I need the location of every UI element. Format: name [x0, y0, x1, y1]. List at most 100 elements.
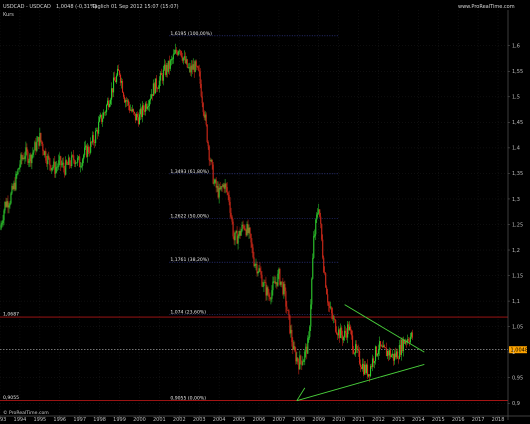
candle-body: [108, 100, 110, 108]
horizontal-level-label: 0,9055: [3, 395, 19, 401]
candle-body: [376, 354, 379, 356]
candle-body: [242, 224, 244, 226]
candle-body: [105, 111, 107, 113]
candle-body: [6, 201, 8, 207]
y-tick-label: 0,9: [512, 401, 520, 407]
candle-body: [143, 110, 145, 112]
candle-body: [344, 330, 346, 338]
panel-title: Kurs: [3, 12, 14, 18]
y-tick-label: 1,45: [512, 120, 523, 126]
candle-body: [246, 224, 248, 236]
candle-body: [297, 357, 299, 363]
candle-body: [299, 355, 301, 370]
candle-body: [402, 339, 404, 352]
candle-body: [138, 114, 141, 125]
x-tick-label: 2008: [292, 417, 305, 423]
candle-body: [86, 145, 88, 157]
candle-body: [176, 52, 178, 55]
candle-body: [93, 135, 95, 143]
candle-body: [378, 341, 381, 351]
candle-body: [409, 336, 411, 343]
candle-body: [186, 59, 188, 68]
candle-body: [95, 131, 97, 144]
candle-body: [290, 329, 292, 334]
candle-body: [280, 281, 282, 285]
candle-body: [37, 137, 39, 142]
candle-body: [383, 345, 386, 348]
candle-body: [210, 159, 212, 162]
candle-body: [67, 163, 69, 165]
candle-body: [316, 214, 318, 220]
candle-body: [171, 59, 173, 60]
candle-body: [382, 345, 385, 348]
candle-body: [81, 165, 83, 167]
candle-body: [240, 230, 242, 236]
candle-body: [13, 182, 15, 190]
fib-level-label: 1,6195 (100,00%): [170, 31, 212, 37]
candle-body: [22, 157, 24, 160]
candle-body: [99, 117, 101, 122]
candle-body: [261, 274, 263, 287]
candle-body: [307, 338, 309, 354]
candle-body: [136, 114, 139, 118]
y-tick-label: 1,5: [512, 95, 520, 101]
candle-body: [292, 342, 294, 350]
candle-body: [209, 160, 211, 162]
candle-body: [141, 105, 143, 118]
candle-body: [125, 100, 128, 102]
candle-body: [122, 92, 125, 97]
candle-body: [26, 147, 28, 152]
candle-body: [152, 83, 154, 96]
candle-body: [24, 156, 26, 159]
candle-body: [248, 227, 250, 234]
candle-body: [173, 53, 175, 55]
candle-body: [367, 374, 370, 377]
candle-body: [377, 350, 380, 355]
candle-body: [31, 154, 33, 164]
candle-body: [394, 353, 396, 358]
candle-body: [251, 242, 253, 248]
candle-body: [404, 341, 406, 344]
candle-body: [232, 221, 234, 237]
candle-body: [305, 346, 307, 352]
x-tick-label: 2005: [233, 417, 246, 423]
candle-body: [372, 358, 375, 363]
candle-body: [385, 348, 388, 357]
candle-body: [127, 100, 130, 106]
candle-body: [361, 366, 363, 369]
candle-body: [366, 364, 368, 373]
candle-body: [359, 351, 361, 364]
candle-body: [397, 358, 399, 360]
candle-body: [257, 271, 259, 274]
candle-body: [293, 346, 295, 350]
candle-body: [40, 132, 42, 141]
candle-body: [59, 156, 61, 161]
candle-body: [199, 71, 201, 84]
candle-body: [241, 224, 243, 231]
price-chart: 1,6195 (100,00%) 1,3493 (61,80%) 1,2622 (5…: [0, 0, 530, 424]
candle-body: [162, 69, 164, 81]
candle-body: [35, 142, 37, 151]
candle-body: [223, 184, 225, 189]
candle-body: [133, 111, 136, 114]
fib-level-label: 1,074 (23,60%): [170, 309, 206, 315]
candle-body: [224, 183, 226, 189]
candle-body: [357, 349, 359, 350]
candle-body: [389, 350, 392, 357]
candle-body: [390, 355, 393, 357]
candle-body: [190, 65, 192, 73]
candle-body: [87, 146, 89, 157]
candle-body: [381, 345, 384, 348]
candle-body: [249, 227, 251, 234]
candle-body: [110, 99, 112, 104]
x-tick-label: 1995: [33, 417, 46, 423]
candle-body: [329, 305, 331, 308]
candle-body: [363, 363, 365, 375]
candle-body: [44, 151, 46, 156]
candle-body: [165, 64, 167, 75]
candle-body: [156, 88, 158, 90]
candle-body: [47, 155, 49, 165]
x-tick-label: 1999: [113, 417, 126, 423]
x-tick-label: 2015: [432, 417, 445, 423]
candle-body: [387, 351, 390, 356]
